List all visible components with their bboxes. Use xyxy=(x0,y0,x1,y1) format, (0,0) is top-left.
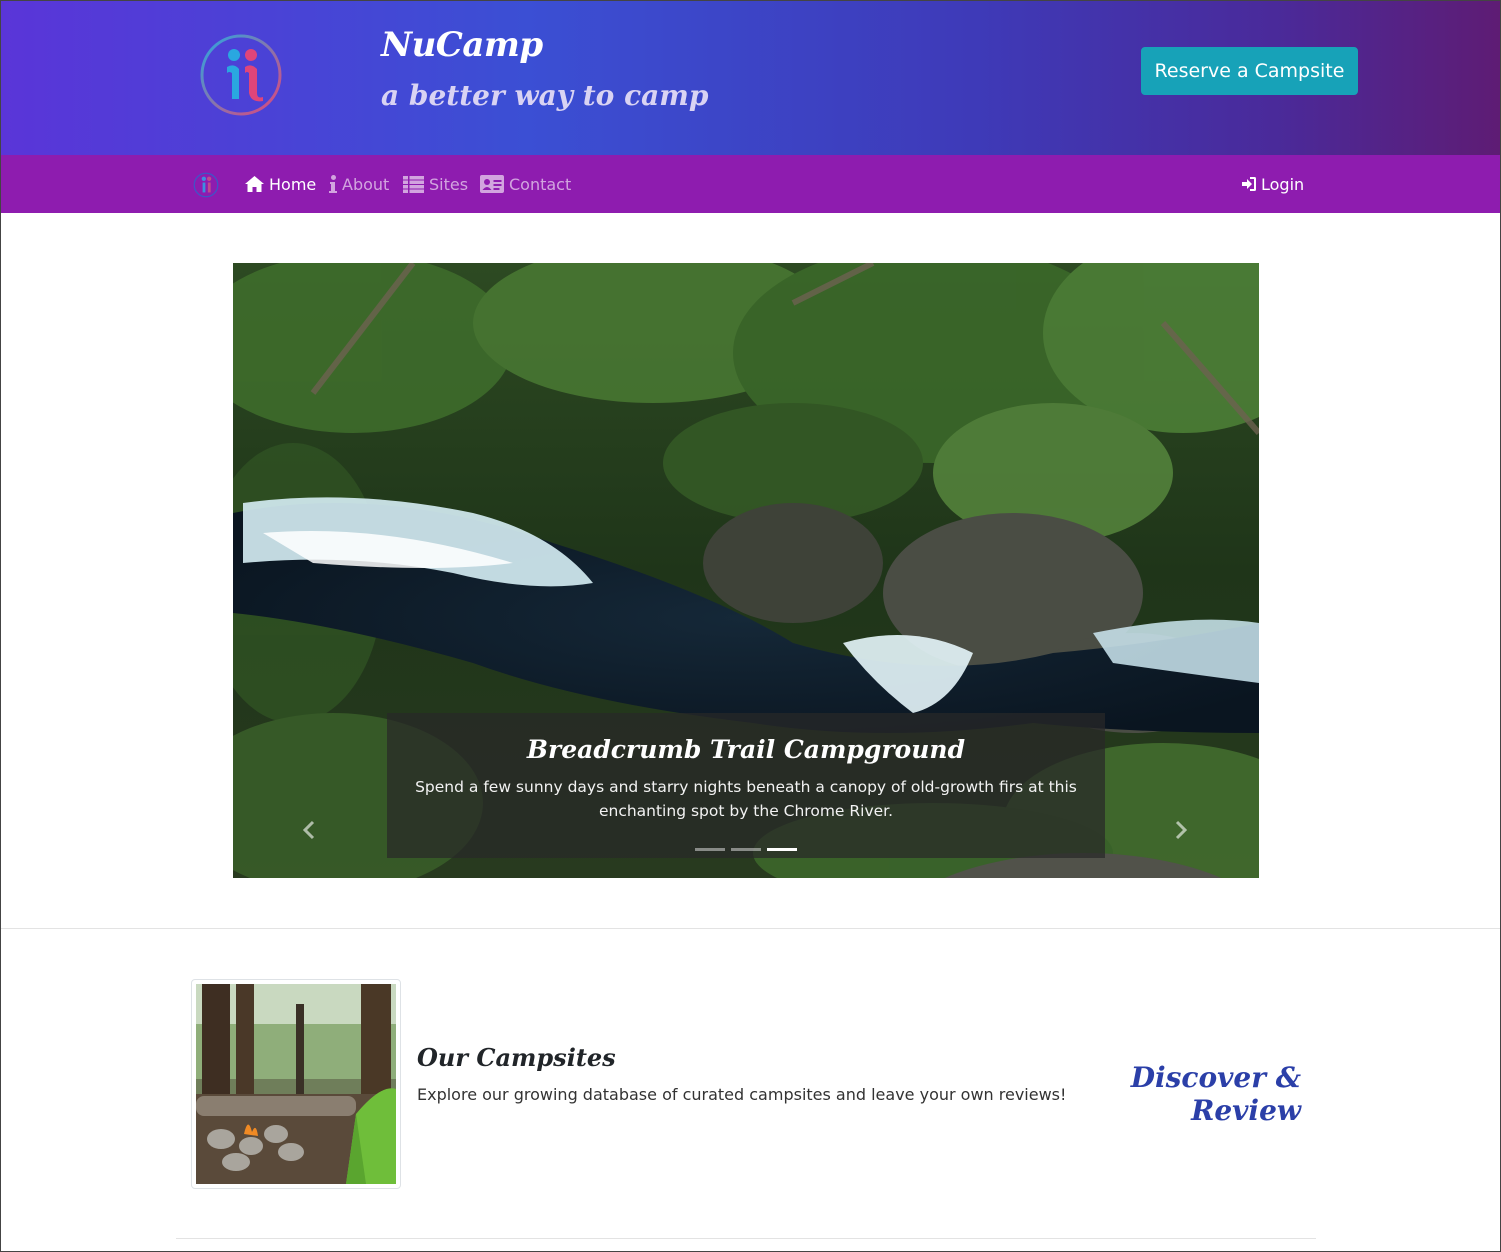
carousel-next-button[interactable] xyxy=(1169,815,1193,845)
sign-in-icon xyxy=(1242,177,1256,191)
carousel-prev-button[interactable] xyxy=(297,815,321,845)
home-icon xyxy=(245,176,264,192)
info-icon xyxy=(329,175,337,193)
nav-item-home[interactable]: Home xyxy=(245,173,316,195)
carousel-caption-text: Spend a few sunny days and starry nights… xyxy=(415,778,1077,820)
login-label: Login xyxy=(1261,174,1305,194)
address-card-icon xyxy=(480,175,504,193)
brand-subtitle: a better way to camp xyxy=(381,79,709,112)
carousel-caption-title: Breadcrumb Trail Campground xyxy=(526,735,966,764)
campsite-image xyxy=(196,984,396,1184)
nav-item-sites-label: Sites xyxy=(429,174,469,194)
brand-title: NuCamp xyxy=(381,25,543,65)
section-divider xyxy=(1,928,1500,929)
nav-item-about[interactable]: About xyxy=(329,173,389,195)
bottom-divider xyxy=(176,1238,1316,1239)
main-navbar: Home About Sites Contact Login xyxy=(1,155,1500,213)
nav-item-contact-label: Contact xyxy=(509,174,572,194)
list-icon xyxy=(403,175,424,193)
our-campsites-text: Explore our growing database of curated … xyxy=(417,1085,1067,1104)
navbar-logo-icon[interactable] xyxy=(193,172,219,198)
nav-item-home-label: Home xyxy=(269,174,317,194)
chevron-right-icon xyxy=(1175,820,1188,840)
reserve-campsite-button[interactable]: Reserve a Campsite xyxy=(1141,47,1358,95)
nav-item-contact[interactable]: Contact xyxy=(480,173,571,195)
carousel-indicator-1[interactable] xyxy=(695,848,725,851)
carousel-indicator-3[interactable] xyxy=(767,848,797,851)
login-link[interactable]: Login xyxy=(1242,173,1304,195)
nav-item-about-label: About xyxy=(342,174,390,194)
nav-item-sites[interactable]: Sites xyxy=(403,173,468,195)
our-campsites-title: Our Campsites xyxy=(417,1043,616,1072)
header-jumbotron: NuCamp a better way to camp Reserve a Ca… xyxy=(1,1,1500,155)
nucamp-logo-icon xyxy=(200,34,282,116)
campsite-thumbnail xyxy=(191,979,401,1189)
chevron-left-icon xyxy=(302,820,315,840)
carousel-indicators xyxy=(695,848,797,852)
discover-review-tagline: Discover & Review xyxy=(1130,1061,1301,1127)
carousel-caption: Breadcrumb Trail Campground Spend a few … xyxy=(387,713,1105,858)
carousel-indicator-2[interactable] xyxy=(731,848,761,851)
